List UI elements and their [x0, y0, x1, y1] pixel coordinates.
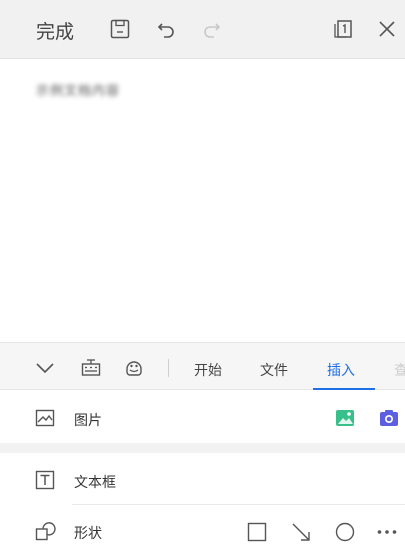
top-toolbar: 完成 — [0, 0, 405, 59]
close-icon[interactable] — [376, 18, 398, 40]
insert-picture-row[interactable]: 图片 — [0, 394, 405, 442]
section-separator — [0, 443, 405, 453]
tab-insert[interactable]: 插入 — [327, 360, 355, 380]
picture-label: 图片 — [74, 413, 102, 429]
picture-icon — [34, 407, 56, 429]
collapse-chevron-icon[interactable] — [34, 356, 56, 378]
page-view-icon[interactable] — [332, 18, 354, 40]
rectangle-shape-icon[interactable] — [246, 521, 268, 543]
keyboard-icon[interactable] — [80, 356, 102, 378]
tab-start[interactable]: 开始 — [194, 360, 222, 380]
active-tab-indicator — [313, 388, 375, 390]
circle-shape-icon[interactable] — [334, 521, 356, 543]
shape-icon — [34, 520, 56, 542]
insert-panel: 开始 文件 插入 查 图片 文本框 形状 — [0, 342, 405, 555]
document-text[interactable]: 示例文档内容 — [36, 80, 120, 99]
undo-icon[interactable] — [156, 18, 178, 40]
emoji-icon[interactable] — [123, 356, 145, 378]
tab-divider — [168, 359, 169, 377]
done-button[interactable]: 完成 — [36, 17, 74, 44]
row-divider — [72, 504, 405, 505]
redo-icon[interactable] — [200, 18, 222, 40]
tab-review[interactable]: 查 — [394, 360, 405, 380]
insert-shape-row[interactable]: 形状 — [0, 507, 405, 555]
textbox-label: 文本框 — [74, 475, 116, 491]
arrow-shape-icon[interactable] — [290, 521, 312, 543]
gallery-image-icon[interactable] — [334, 407, 356, 429]
camera-icon[interactable] — [378, 407, 400, 429]
shape-label: 形状 — [74, 526, 102, 542]
textbox-icon — [34, 469, 56, 491]
panel-tab-bar: 开始 文件 插入 查 — [0, 342, 405, 390]
document-canvas[interactable]: 示例文档内容 — [0, 59, 405, 342]
insert-textbox-row[interactable]: 文本框 — [0, 456, 405, 504]
tab-file[interactable]: 文件 — [260, 360, 288, 380]
save-icon[interactable] — [109, 18, 131, 40]
more-shapes-icon[interactable] — [376, 521, 398, 543]
